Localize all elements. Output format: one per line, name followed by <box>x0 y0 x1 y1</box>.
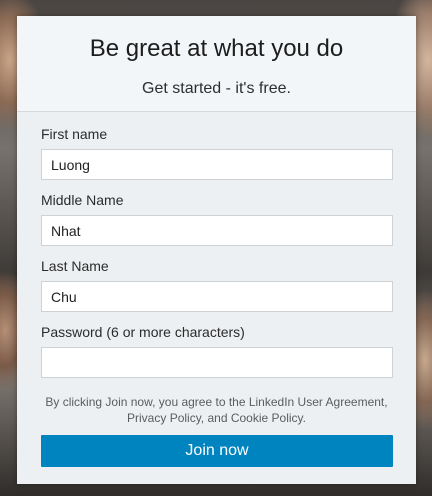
page-subtitle: Get started - it's free. <box>142 80 291 97</box>
signup-card: Be great at what you do Get started - it… <box>17 16 416 484</box>
password-label: Password (6 or more characters) <box>41 324 245 340</box>
first-name-field[interactable] <box>41 149 393 180</box>
middle-name-label: Middle Name <box>41 192 124 208</box>
signup-form: First name Middle Name Last Name Passwor… <box>17 112 416 484</box>
middle-name-field[interactable] <box>41 215 393 246</box>
last-name-field[interactable] <box>41 281 393 312</box>
last-name-label: Last Name <box>41 258 109 274</box>
password-field[interactable] <box>41 347 393 378</box>
join-now-button[interactable]: Join now <box>41 435 393 467</box>
agreement-text: By clicking Join now, you agree to the L… <box>45 395 388 425</box>
first-name-label: First name <box>41 126 108 142</box>
page-title: Be great at what you do <box>89 35 344 62</box>
signup-header: Be great at what you do Get started - it… <box>17 16 416 112</box>
